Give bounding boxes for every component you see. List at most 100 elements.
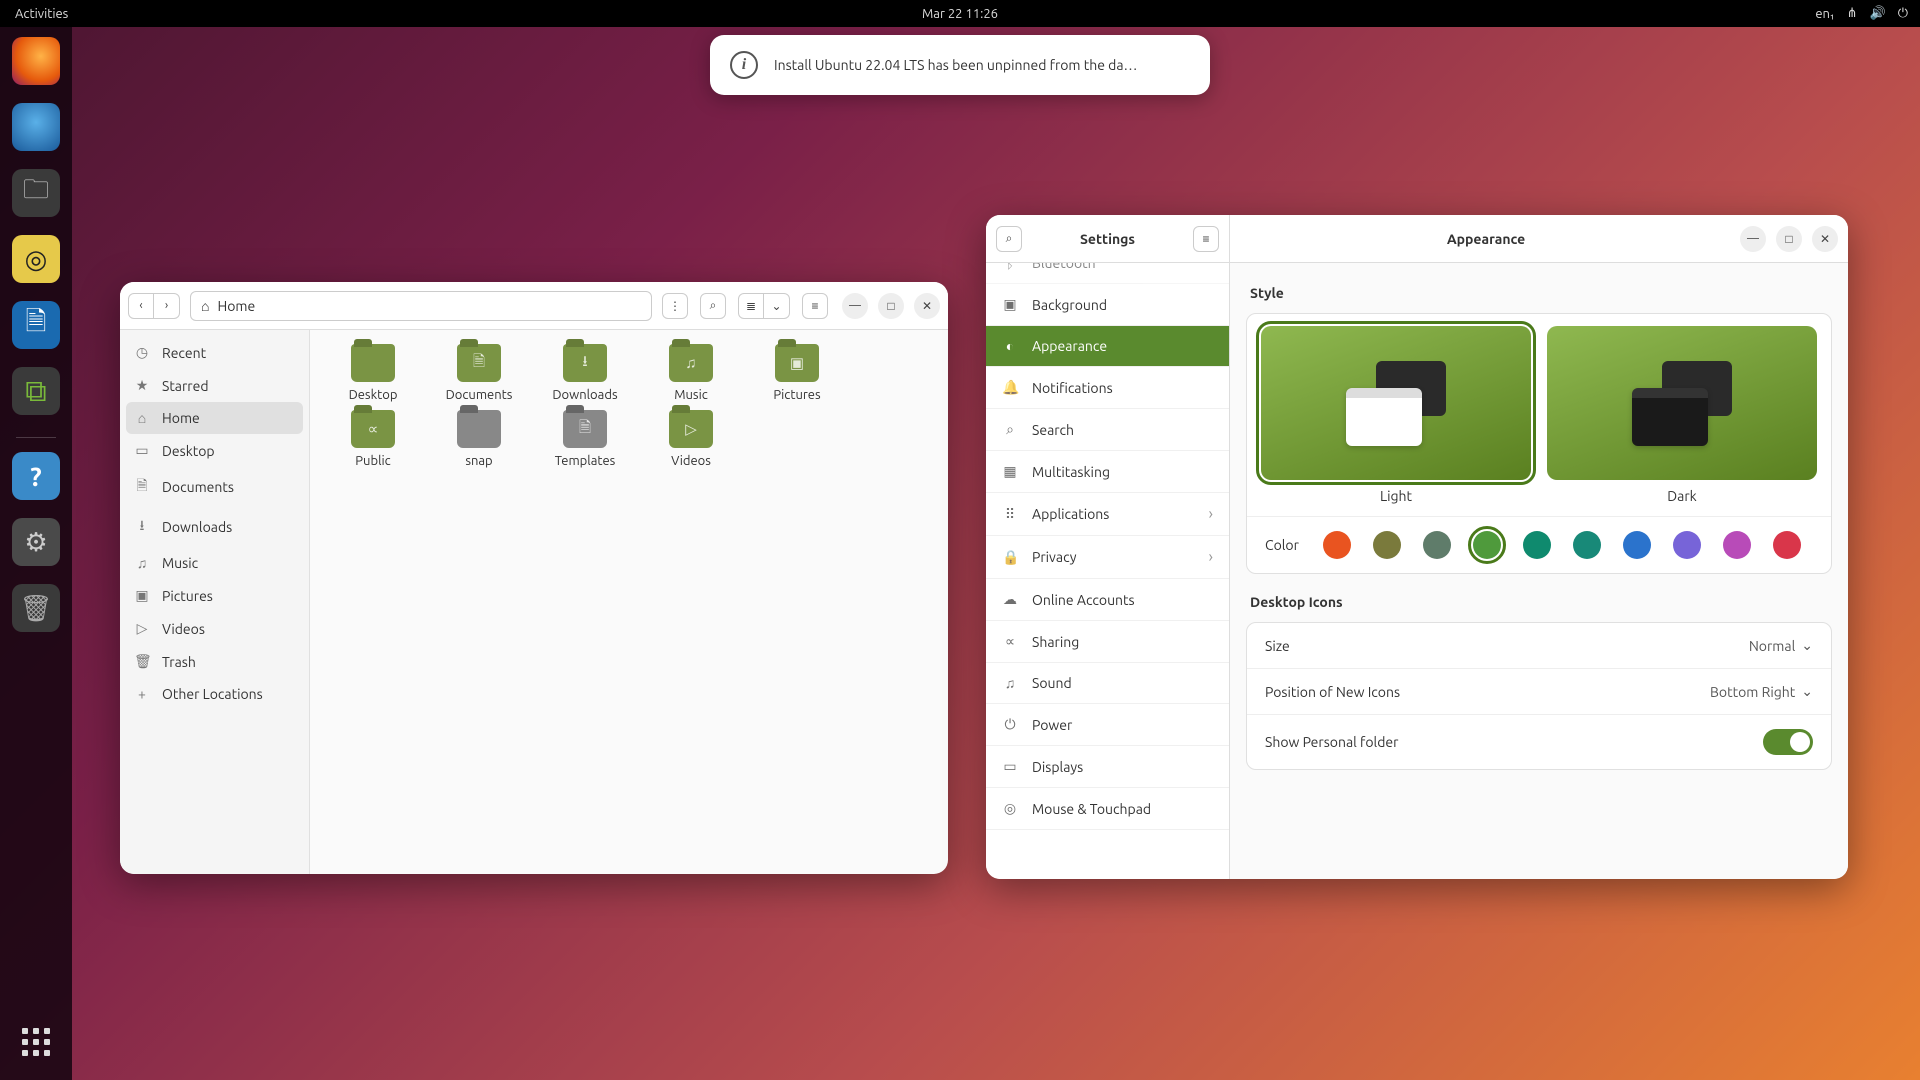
color-swatch[interactable] — [1573, 531, 1601, 559]
folder-label: Templates — [555, 454, 616, 468]
size-row: Size Normal⌄ — [1247, 623, 1831, 669]
nav-item-label: Sharing — [1032, 634, 1079, 650]
view-dropdown-button[interactable]: ⌄ — [764, 293, 790, 319]
folder-videos[interactable]: ▷Videos — [638, 410, 744, 468]
search-button[interactable]: ⌕ — [700, 293, 726, 319]
maximize-button[interactable]: □ — [1776, 226, 1802, 252]
nav-forward-button[interactable]: › — [154, 293, 180, 319]
folder-icon: ▷ — [669, 410, 713, 448]
dock-thunderbird[interactable] — [12, 103, 60, 151]
folder-snap[interactable]: snap — [426, 410, 532, 468]
close-button[interactable]: ✕ — [914, 293, 940, 319]
folder-label: Downloads — [552, 388, 617, 402]
nav-item-icon: ⏻ — [1002, 716, 1018, 733]
sidebar-item-other-locations[interactable]: +Other Locations — [120, 678, 309, 710]
sidebar-item-icon: ◷ — [134, 344, 150, 361]
size-dropdown[interactable]: Normal⌄ — [1749, 637, 1813, 654]
settings-search-button[interactable]: ⌕ — [996, 226, 1022, 252]
nav-item-search[interactable]: ⌕Search — [986, 409, 1229, 451]
dock-rhythmbox[interactable]: ◎ — [12, 235, 60, 283]
sidebar-item-music[interactable]: ♫Music — [120, 547, 309, 579]
color-swatch[interactable] — [1473, 531, 1501, 559]
nav-item-appearance[interactable]: ◐Appearance — [986, 326, 1229, 367]
minimize-button[interactable]: — — [1740, 226, 1766, 252]
folder-documents[interactable]: 🗎Documents — [426, 344, 532, 402]
close-button[interactable]: ✕ — [1812, 226, 1838, 252]
style-light-option[interactable]: Light — [1261, 326, 1531, 504]
view-list-button[interactable]: ≣ — [738, 293, 764, 319]
dock-settings[interactable]: ⚙ — [12, 518, 60, 566]
dock-firefox[interactable] — [12, 37, 60, 85]
position-dropdown[interactable]: Bottom Right⌄ — [1710, 683, 1813, 700]
power-icon[interactable]: ⏻ — [1898, 6, 1908, 21]
color-row: Color — [1247, 516, 1831, 573]
nav-item-mouse-touchpad[interactable]: ◎Mouse & Touchpad — [986, 788, 1229, 830]
nav-item-displays[interactable]: ▭Displays — [986, 746, 1229, 788]
chevron-down-icon: ⌄ — [1801, 637, 1813, 654]
nav-item-privacy[interactable]: 🔒Privacy› — [986, 536, 1229, 579]
nav-item-icon: ⠿ — [1002, 506, 1018, 523]
sidebar-item-desktop[interactable]: ▭Desktop — [120, 434, 309, 467]
nav-item-sharing[interactable]: ∝Sharing — [986, 621, 1229, 663]
nav-item-label: Privacy — [1032, 549, 1076, 565]
dock-trash[interactable]: 🗑 — [12, 584, 60, 632]
nav-item-online-accounts[interactable]: ☁Online Accounts — [986, 579, 1229, 621]
hamburger-button[interactable]: ≡ — [802, 293, 828, 319]
minimize-button[interactable]: — — [842, 293, 868, 319]
nav-item-applications[interactable]: ⠿Applications› — [986, 493, 1229, 536]
folder-desktop[interactable]: Desktop — [320, 344, 426, 402]
style-dark-thumb — [1547, 326, 1817, 480]
sidebar-item-home[interactable]: ⌂Home — [126, 402, 303, 434]
dock-files[interactable]: 🗀 — [12, 169, 60, 217]
nav-back-button[interactable]: ‹ — [128, 293, 154, 319]
volume-icon[interactable]: 🔊 — [1870, 6, 1886, 21]
activities-button[interactable]: Activities — [0, 7, 68, 21]
nav-item-label: Multitasking — [1032, 464, 1110, 480]
personal-folder-toggle[interactable] — [1763, 729, 1813, 755]
nav-item-notifications[interactable]: 🔔Notifications — [986, 367, 1229, 409]
clock[interactable]: Mar 22 11:26 — [922, 7, 998, 21]
color-swatch[interactable] — [1723, 531, 1751, 559]
path-bar[interactable]: ⌂ Home — [190, 291, 652, 321]
sidebar-item-videos[interactable]: ▷Videos — [120, 612, 309, 645]
nav-item-sound[interactable]: ♫Sound — [986, 663, 1229, 704]
folder-label: Music — [674, 388, 708, 402]
settings-menu-button[interactable]: ≡ — [1193, 226, 1219, 252]
color-swatch[interactable] — [1373, 531, 1401, 559]
folder-templates[interactable]: 🗎Templates — [532, 410, 638, 468]
nav-item-multitasking[interactable]: ▦Multitasking — [986, 451, 1229, 493]
sidebar-item-starred[interactable]: ★Starred — [120, 369, 309, 402]
path-menu-button[interactable]: ⋮ — [662, 293, 688, 319]
maximize-button[interactable]: □ — [878, 293, 904, 319]
show-apps-button[interactable] — [12, 1018, 60, 1066]
sidebar-item-pictures[interactable]: ▣Pictures — [120, 579, 309, 612]
nav-item-background[interactable]: ▣Background — [986, 284, 1229, 326]
input-lang-indicator[interactable]: en₁ — [1815, 7, 1834, 21]
color-swatch[interactable] — [1773, 531, 1801, 559]
nav-item-power[interactable]: ⏻Power — [986, 704, 1229, 746]
chevron-down-icon: ⌄ — [1801, 683, 1813, 700]
sidebar-item-recent[interactable]: ◷ Recent — [120, 336, 309, 369]
dock-software[interactable]: ⧉ — [12, 367, 60, 415]
notification-toast[interactable]: i Install Ubuntu 22.04 LTS has been unpi… — [710, 35, 1210, 95]
color-swatch[interactable] — [1323, 531, 1351, 559]
sidebar-item-downloads[interactable]: ⭳Downloads — [120, 507, 309, 547]
folder-public[interactable]: ∝Public — [320, 410, 426, 468]
sidebar-item-label: Downloads — [162, 519, 232, 535]
folder-downloads[interactable]: ⭳Downloads — [532, 344, 638, 402]
dock-writer[interactable]: 🗎 — [12, 301, 60, 349]
folder-music[interactable]: ♫Music — [638, 344, 744, 402]
color-swatch[interactable] — [1523, 531, 1551, 559]
style-dark-option[interactable]: Dark — [1547, 326, 1817, 504]
sidebar-item-documents[interactable]: 🗎Documents — [120, 467, 309, 507]
sidebar-item-label: Recent — [162, 345, 206, 361]
dock-help[interactable]: ? — [12, 452, 60, 500]
sidebar-item-label: Starred — [162, 378, 209, 394]
color-swatch[interactable] — [1673, 531, 1701, 559]
color-swatch[interactable] — [1623, 531, 1651, 559]
folder-pictures[interactable]: ▣Pictures — [744, 344, 850, 402]
nav-item-bluetooth[interactable]: ᛒBluetooth — [986, 263, 1229, 284]
color-swatch[interactable] — [1423, 531, 1451, 559]
network-icon[interactable]: ⋔ — [1847, 6, 1858, 21]
sidebar-item-trash[interactable]: 🗑Trash — [120, 645, 309, 678]
